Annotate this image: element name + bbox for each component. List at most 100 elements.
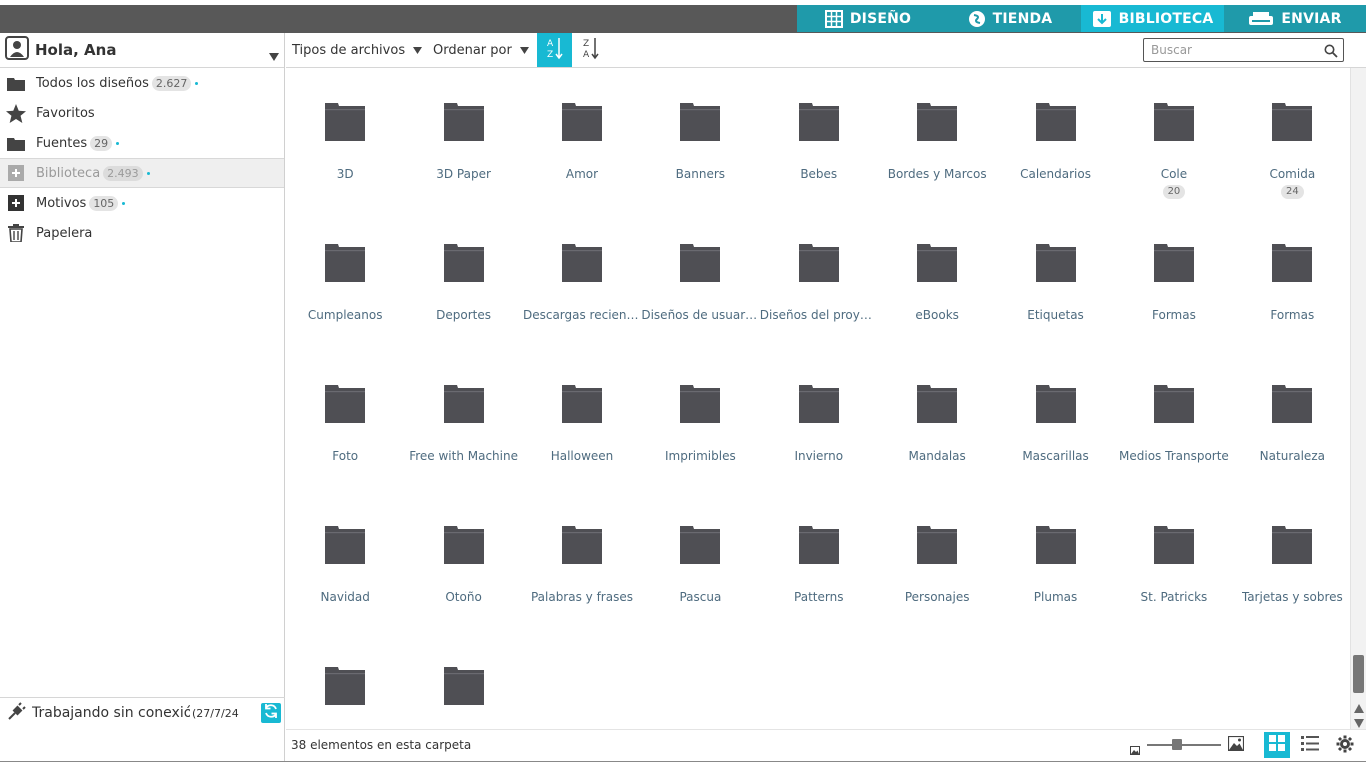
- file-types-label: Tipos de archivos: [292, 42, 406, 58]
- vertical-scrollbar[interactable]: [1350, 68, 1366, 729]
- gear-icon[interactable]: [1336, 735, 1354, 757]
- file-types-dropdown[interactable]: Tipos de archivos: [292, 33, 423, 67]
- folder-item[interactable]: Navidad: [286, 491, 404, 632]
- sidebar-nav: Todos los diseños 2.627 Favoritos Fuente…: [0, 68, 284, 248]
- folder-item[interactable]: St. Patricks: [1115, 491, 1233, 632]
- folder-item[interactable]: Patterns: [760, 491, 878, 632]
- folder-item[interactable]: Pascua: [641, 491, 759, 632]
- folder-item[interactable]: [404, 632, 522, 729]
- folder-icon: [561, 385, 602, 423]
- folder-item[interactable]: Mascarillas: [996, 350, 1114, 491]
- folder-item[interactable]: Imprimibles: [641, 350, 759, 491]
- folder-item[interactable]: Invierno: [760, 350, 878, 491]
- order-by-dropdown[interactable]: Ordenar por: [433, 33, 529, 67]
- folder-item[interactable]: Tarjetas y sobres: [1233, 491, 1350, 632]
- sidebar-item-motifs[interactable]: Motivos 105: [0, 188, 284, 218]
- zoom-slider-handle[interactable]: [1171, 739, 1182, 750]
- folder-item[interactable]: Etiquetas: [996, 209, 1114, 350]
- folder-item[interactable]: Naturaleza: [1233, 350, 1350, 491]
- sort-descending-button[interactable]: Z A: [576, 33, 606, 67]
- folder-icon: [325, 385, 366, 423]
- folder-item[interactable]: 3D: [286, 68, 404, 209]
- folder-item[interactable]: Plumas: [996, 491, 1114, 632]
- folder-icon: [561, 244, 602, 282]
- sidebar-item-all-designs[interactable]: Todos los diseños 2.627: [0, 68, 284, 98]
- sidebar-item-trash[interactable]: Papelera: [0, 218, 284, 248]
- folder-item[interactable]: Formas: [1233, 209, 1350, 350]
- count-badge: 29: [90, 135, 113, 151]
- sort-az-top: A: [547, 39, 554, 49]
- folder-item[interactable]: 3D Paper: [404, 68, 522, 209]
- folder-item[interactable]: Bordes y Marcos: [878, 68, 996, 209]
- folder-item[interactable]: Calendarios: [996, 68, 1114, 209]
- user-menu[interactable]: Hola, Ana: [0, 33, 284, 68]
- folder-item[interactable]: Otoño: [404, 491, 522, 632]
- list-view-icon[interactable]: [1301, 735, 1319, 757]
- sidebar-item-label: Papelera: [36, 225, 93, 241]
- folder-item[interactable]: Amor: [523, 68, 641, 209]
- folder-item[interactable]: Free with Machine: [404, 350, 522, 491]
- folder-icon: [1035, 103, 1076, 141]
- folder-name: eBooks: [915, 308, 959, 322]
- tab-store[interactable]: TIENDA: [939, 5, 1081, 32]
- tab-library[interactable]: BIBLIOTECA: [1081, 5, 1224, 32]
- folder-name: Invierno: [794, 449, 844, 463]
- sync-dot: [195, 81, 199, 85]
- folder-name: Cumpleanos: [307, 308, 383, 322]
- folder-icon: [680, 244, 721, 282]
- sort-ascending-button[interactable]: A Z: [537, 33, 572, 67]
- folder-name: Plumas: [1033, 590, 1078, 604]
- folder-item[interactable]: Bebes: [760, 68, 878, 209]
- tab-design[interactable]: DISEÑO: [797, 5, 939, 32]
- folder-name: Calendarios: [1020, 167, 1091, 181]
- grid-view-button[interactable]: [1264, 732, 1290, 758]
- sidebar-item-fonts[interactable]: Fuentes 29: [0, 128, 284, 158]
- folder-name: Patterns: [794, 590, 844, 604]
- sidebar-item-library[interactable]: Biblioteca 2.493: [0, 158, 284, 188]
- folder-item[interactable]: Foto: [286, 350, 404, 491]
- zoom-slider-track[interactable]: [1147, 744, 1221, 746]
- folder-icon: [325, 526, 366, 564]
- folder-name: Medios Transporte: [1119, 449, 1229, 463]
- main-tabs: DISEÑO TIENDA BIBLIOTECA ENVIAR: [797, 5, 1366, 32]
- folder-item[interactable]: Personajes: [878, 491, 996, 632]
- offline-date: (27/7/24: [192, 706, 239, 720]
- folder-icon: [443, 526, 484, 564]
- grid-icon: [824, 9, 843, 28]
- folder-item[interactable]: Formas: [1115, 209, 1233, 350]
- folder-icon: [1272, 244, 1313, 282]
- folder-item[interactable]: Deportes: [404, 209, 522, 350]
- folder-item[interactable]: Descargas recientes: [523, 209, 641, 350]
- star-icon: [6, 103, 26, 123]
- refresh-icon: [263, 703, 279, 723]
- folder-item[interactable]: Mandalas: [878, 350, 996, 491]
- folder-item[interactable]: eBooks: [878, 209, 996, 350]
- sidebar-item-favorites[interactable]: Favoritos: [0, 98, 284, 128]
- folder-icon: [1153, 103, 1194, 141]
- sort-az-icon: A Z: [545, 36, 565, 64]
- folder-item[interactable]: Cumpleanos: [286, 209, 404, 350]
- plug-icon: [8, 702, 26, 724]
- folder-item[interactable]: [286, 632, 404, 729]
- folder-item[interactable]: Diseños del proye...: [760, 209, 878, 350]
- folder-icon: [325, 103, 366, 141]
- folder-icon: [798, 385, 839, 423]
- folder-item[interactable]: Banners: [641, 68, 759, 209]
- sync-button[interactable]: [261, 703, 281, 723]
- folder-item[interactable]: Diseños de usuarios: [641, 209, 759, 350]
- folder-icon: [443, 103, 484, 141]
- grid-view-icon: [1269, 735, 1285, 755]
- search-input[interactable]: [1151, 43, 1321, 57]
- tab-library-label: BIBLIOTECA: [1118, 10, 1214, 27]
- folder-icon: [680, 526, 721, 564]
- search-icon[interactable]: [1324, 43, 1338, 62]
- folder-item[interactable]: Halloween: [523, 350, 641, 491]
- scroll-thumb[interactable]: [1353, 655, 1364, 693]
- folder-item[interactable]: Cole 20: [1115, 68, 1233, 209]
- folder-item[interactable]: Comida 24: [1233, 68, 1350, 209]
- tab-design-label: DISEÑO: [849, 10, 912, 27]
- folder-item[interactable]: Palabras y frases: [523, 491, 641, 632]
- folder-item[interactable]: Medios Transporte: [1115, 350, 1233, 491]
- folder-name: Pascua: [679, 590, 722, 604]
- tab-send[interactable]: ENVIAR: [1224, 5, 1366, 32]
